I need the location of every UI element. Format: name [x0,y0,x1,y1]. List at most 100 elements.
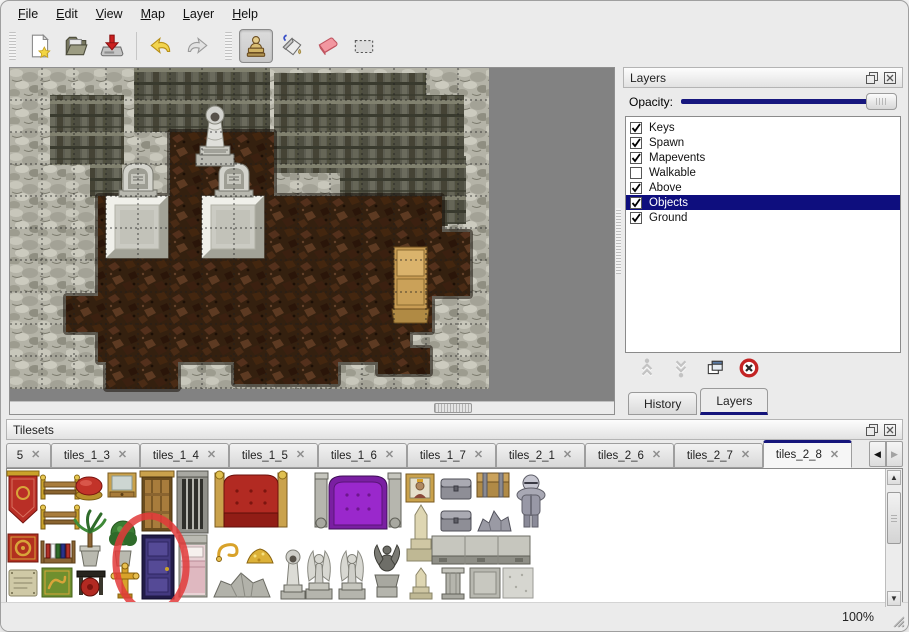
toolbar-drag-handle-2[interactable] [225,32,232,60]
tileset-tab-tiles_2_7[interactable]: tiles_2_7✕ [674,443,763,468]
tile-angel-statue[interactable] [339,551,365,599]
tileset-tab-tiles_1_3[interactable]: tiles_1_3✕ [51,443,140,468]
map-dock-splitter[interactable] [614,67,622,415]
tile-loom[interactable] [41,505,80,529]
tileset-tab-tiles_2_1[interactable]: tiles_2_1✕ [496,443,585,468]
vscroll-thumb[interactable] [887,492,901,544]
dock-tab-history[interactable]: History [628,392,697,415]
move-layer-down-button[interactable] [671,358,691,383]
menu-help[interactable]: Help [223,4,267,24]
tile-small-obelisk[interactable] [410,568,432,599]
layer-visibility-checkbox[interactable] [630,122,642,134]
tileset-tab-tiles_1_6[interactable]: tiles_1_6✕ [318,443,407,468]
map-content[interactable] [10,68,489,392]
close-tab-icon[interactable]: ✕ [741,450,750,461]
map-hscroll-thumb[interactable] [434,403,472,413]
tile-stone-lintel[interactable] [432,536,530,564]
close-panel-icon[interactable] [883,71,896,84]
tile-green-banner[interactable] [42,568,72,597]
layer-visibility-checkbox[interactable] [630,167,642,179]
tile-pillar[interactable] [442,568,464,599]
layer-row-mapevents[interactable]: Mapevents [626,150,900,165]
eraser-tool-button[interactable] [311,29,345,63]
tile-red-throne[interactable] [215,471,287,527]
close-tab-icon[interactable]: ✕ [563,450,572,461]
opacity-slider[interactable] [681,93,897,110]
close-tab-icon[interactable]: ✕ [296,450,305,461]
float-panel-icon[interactable] [865,71,878,84]
layer-row-spawn[interactable]: Spawn [626,135,900,150]
menu-layer[interactable]: Layer [174,4,223,24]
tileset-tab-tiles_2_8[interactable]: tiles_2_8✕ [763,440,852,468]
tileset-tab-tiles_1_4[interactable]: tiles_1_4✕ [140,443,229,468]
scroll-down-button[interactable]: ▼ [887,591,901,606]
layer-row-walkable[interactable]: Walkable [626,165,900,180]
redo-button[interactable] [180,29,214,63]
layer-row-above[interactable]: Above [626,180,900,195]
new-file-button[interactable] [23,29,57,63]
close-tab-icon[interactable]: ✕ [385,450,394,461]
move-layer-up-button[interactable] [637,358,657,383]
close-tab-icon[interactable]: ✕ [652,450,661,461]
opacity-slider-handle[interactable] [866,93,897,110]
tile-purple-throne[interactable] [315,473,401,529]
close-panel-icon[interactable] [883,423,896,436]
layer-row-objects[interactable]: Objects [626,195,900,210]
tile-obelisk[interactable] [407,505,435,561]
tile-hooded-statue[interactable] [281,550,305,599]
tile-bookshelf[interactable] [41,541,75,563]
tile-gargoyle[interactable] [374,545,399,597]
tile-loom[interactable] [41,475,80,499]
layer-visibility-checkbox[interactable] [630,197,642,209]
tileset-tab-5[interactable]: 5✕ [6,443,51,468]
layer-row-keys[interactable]: Keys [626,120,900,135]
tileset-vertical-scrollbar[interactable]: ▲ ▼ [885,469,902,607]
tile-metal-chest[interactable] [441,479,471,499]
layer-row-ground[interactable]: Ground [626,210,900,225]
save-button[interactable] [95,29,129,63]
scroll-up-button[interactable]: ▲ [887,470,901,485]
layer-visibility-checkbox[interactable] [630,212,642,224]
tile-gold-hook[interactable] [217,545,238,562]
tile-scrap-pile[interactable] [478,511,511,531]
vscroll-track[interactable] [886,486,902,590]
tile-wheel-press[interactable] [77,571,105,596]
tile-wood-chest[interactable] [477,473,509,497]
tile-metal-chest[interactable] [441,511,471,531]
tileset-content[interactable]: ▲ ▼ [6,468,903,608]
duplicate-layer-button[interactable] [705,358,725,383]
tile-stone-block[interactable] [470,568,500,598]
tileset-tiles[interactable] [7,469,552,602]
undo-button[interactable] [144,29,178,63]
float-panel-icon[interactable] [865,423,878,436]
close-tab-icon[interactable]: ✕ [31,450,40,461]
tile-stone-gate[interactable] [177,471,208,533]
dock-tab-layers[interactable]: Layers [700,388,768,415]
open-file-button[interactable] [59,29,93,63]
tile-red-cushion[interactable] [76,477,102,500]
stamp-tool-button[interactable] [239,29,273,63]
tile-gold-pile[interactable] [247,549,273,563]
menu-view[interactable]: View [87,4,132,24]
menu-edit[interactable]: Edit [47,4,87,24]
close-tab-icon[interactable]: ✕ [207,450,216,461]
close-tab-icon[interactable]: ✕ [830,450,839,461]
layer-visibility-checkbox[interactable] [630,152,642,164]
layer-visibility-checkbox[interactable] [630,182,642,194]
tile-angel-statue[interactable] [306,551,332,599]
map-horizontal-scrollbar[interactable] [10,401,614,414]
select-tool-button[interactable] [347,29,381,63]
resize-grip[interactable] [889,612,905,628]
fill-tool-button[interactable] [275,29,309,63]
scroll-tabs-right-button[interactable]: ▶ [886,441,903,467]
menu-file[interactable]: File [9,4,47,24]
map-canvas[interactable] [10,68,614,401]
tile-crest-flag[interactable] [8,534,38,562]
tile-stone-block-light[interactable] [503,568,533,598]
tile-rock-pile[interactable] [214,573,270,597]
layer-visibility-checkbox[interactable] [630,137,642,149]
scroll-tabs-left-button[interactable]: ◀ [869,441,886,467]
tile-stone-tablet[interactable] [9,570,37,596]
tileset-tab-tiles_2_6[interactable]: tiles_2_6✕ [585,443,674,468]
tileset-tab-tiles_1_7[interactable]: tiles_1_7✕ [407,443,496,468]
